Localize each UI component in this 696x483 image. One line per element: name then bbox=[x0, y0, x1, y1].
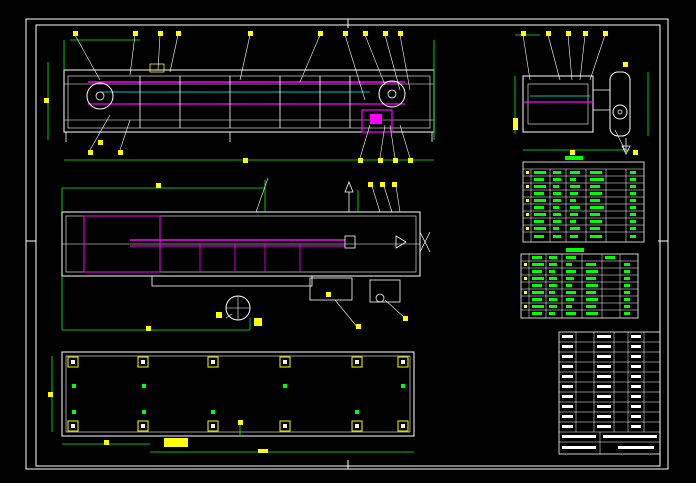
view-direction-arrow-icon bbox=[395, 235, 407, 249]
base-foundation-view bbox=[48, 351, 415, 453]
side-elevation-view bbox=[513, 31, 649, 155]
section-arrow-icon bbox=[344, 180, 354, 193]
parts-list-upper-table bbox=[522, 156, 645, 243]
title-block bbox=[558, 331, 661, 455]
parts-list-lower-table bbox=[520, 248, 639, 319]
top-plan-view bbox=[61, 177, 431, 331]
sheet-border-inner bbox=[35, 24, 661, 467]
front-elevation-view bbox=[44, 31, 435, 163]
north-arrow-icon bbox=[621, 138, 631, 155]
cad-drawing-canvas bbox=[25, 18, 669, 470]
